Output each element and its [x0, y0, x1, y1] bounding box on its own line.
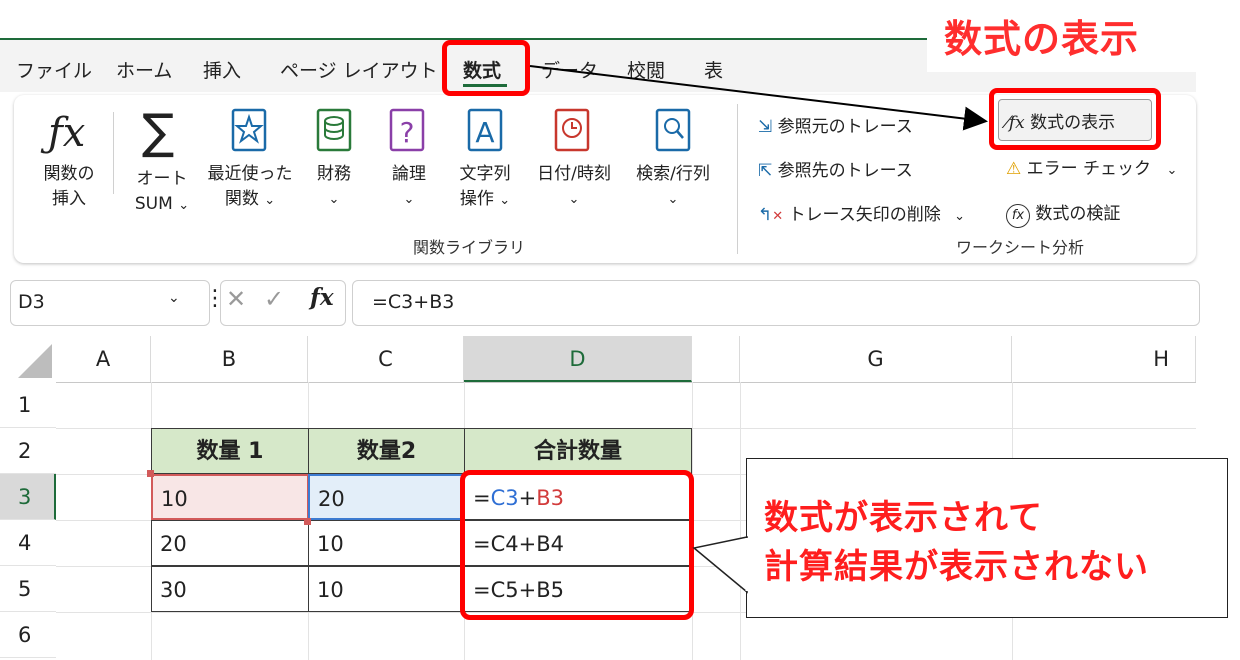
arrow-tab-to-button: [529, 65, 988, 131]
annotation-overlay: [529, 65, 988, 594]
callout-pointer: [692, 536, 748, 594]
